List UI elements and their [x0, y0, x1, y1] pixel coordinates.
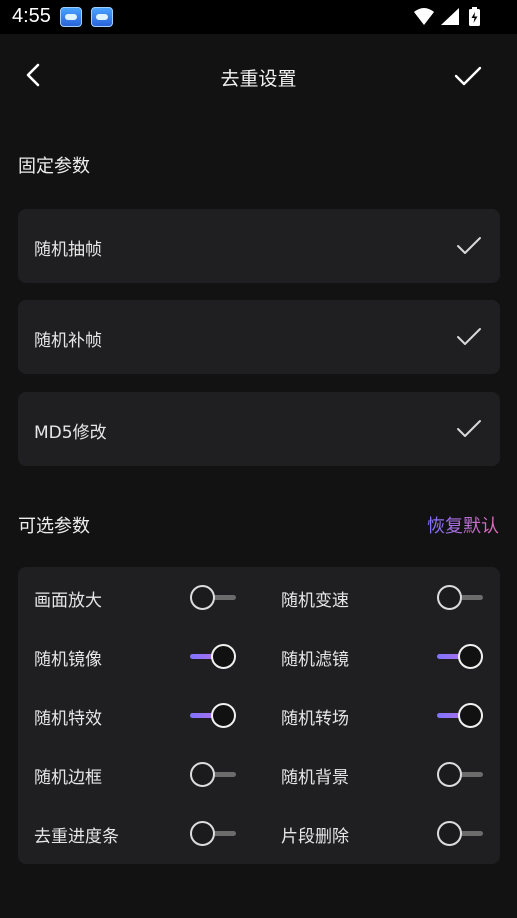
app-notification-icon	[91, 7, 113, 27]
option-toggle[interactable]	[190, 583, 238, 611]
wifi-icon	[414, 8, 434, 25]
page-title: 去重设置	[220, 68, 297, 90]
options-card: 画面放大 随机变速 随机镜像 随机滤镜 随机特效 随机转场 随机边框 随机背景 …	[18, 567, 500, 864]
fixed-item-frame-insert[interactable]: 随机补帧	[18, 300, 500, 374]
option-clip-delete: 片段删除	[265, 803, 506, 862]
option-border: 随机边框	[18, 744, 259, 803]
option-mirror: 随机镜像	[18, 626, 259, 685]
option-background: 随机背景	[265, 744, 506, 803]
battery-charging-icon	[469, 7, 480, 26]
fixed-item-frame-drop[interactable]: 随机抽帧	[18, 209, 500, 283]
option-transition: 随机转场	[265, 685, 506, 744]
confirm-button[interactable]	[453, 64, 483, 88]
signal-icon	[441, 8, 459, 25]
fixed-item-label: 随机抽帧	[34, 240, 102, 260]
check-icon	[457, 237, 481, 254]
option-effects: 随机特效	[18, 685, 259, 744]
option-toggle[interactable]	[437, 583, 485, 611]
fixed-item-label: MD5修改	[34, 423, 107, 443]
option-label: 画面放大	[34, 591, 102, 611]
check-icon	[454, 66, 482, 86]
option-label: 去重进度条	[34, 827, 119, 847]
option-toggle[interactable]	[437, 760, 485, 788]
option-toggle[interactable]	[437, 819, 485, 847]
status-icons	[414, 7, 480, 26]
option-progress-bar: 去重进度条	[18, 803, 259, 862]
check-icon	[457, 328, 481, 345]
option-label: 随机背景	[281, 768, 349, 788]
optional-section-title: 可选参数	[18, 516, 90, 537]
option-toggle[interactable]	[437, 701, 485, 729]
option-label: 随机镜像	[34, 650, 102, 670]
option-label: 随机特效	[34, 709, 102, 729]
check-icon	[457, 420, 481, 437]
app-bar: 去重设置	[0, 34, 517, 118]
fixed-item-label: 随机补帧	[34, 331, 102, 351]
fixed-section-title: 固定参数	[18, 156, 90, 177]
option-label: 随机转场	[281, 709, 349, 729]
option-label: 片段删除	[281, 827, 349, 847]
option-label: 随机边框	[34, 768, 102, 788]
option-zoom: 画面放大	[18, 567, 259, 626]
app-notification-icon	[60, 7, 82, 27]
option-toggle[interactable]	[437, 642, 485, 670]
option-label: 随机滤镜	[281, 650, 349, 670]
restore-defaults-button[interactable]: 恢复默认	[427, 512, 499, 538]
status-time: 4:55	[12, 5, 51, 27]
fixed-item-md5[interactable]: MD5修改	[18, 392, 500, 466]
option-toggle[interactable]	[190, 642, 238, 670]
option-label: 随机变速	[281, 591, 349, 611]
status-bar: 4:55	[0, 0, 517, 34]
option-filter: 随机滤镜	[265, 626, 506, 685]
option-toggle[interactable]	[190, 760, 238, 788]
option-toggle[interactable]	[190, 701, 238, 729]
option-toggle[interactable]	[190, 819, 238, 847]
option-speed: 随机变速	[265, 567, 506, 626]
